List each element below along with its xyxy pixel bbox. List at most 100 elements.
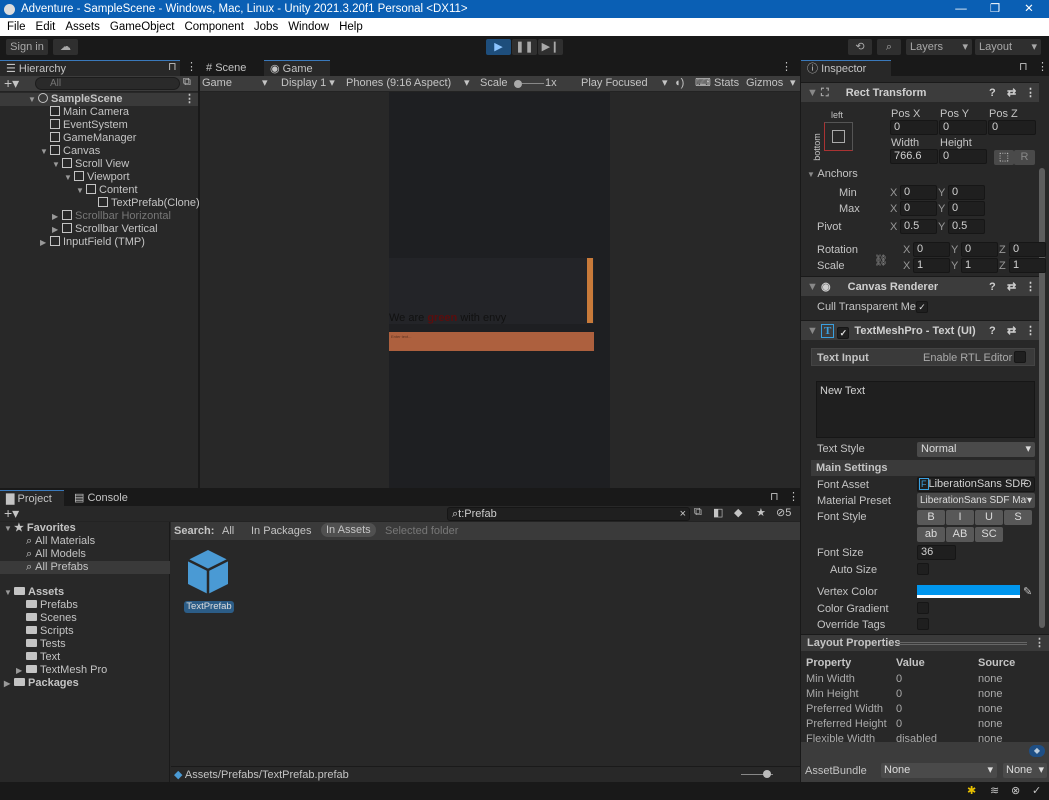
- assetbundle-variant-dropdown[interactable]: None ▾: [1003, 763, 1047, 778]
- menu-file[interactable]: File: [2, 21, 31, 33]
- foldout-arrow-icon[interactable]: ▼: [4, 586, 14, 599]
- font-size-field[interactable]: 36: [917, 545, 956, 560]
- override-tags-checkbox[interactable]: [917, 618, 929, 630]
- rotation-y-field[interactable]: 0: [961, 242, 998, 257]
- aspect-dropdown[interactable]: Phones (9:16 Aspect): [346, 76, 451, 90]
- canvas-renderer-header[interactable]: ▼ ◉ Canvas Renderer ? ⇄ ⋮: [801, 276, 1039, 296]
- layers-dropdown[interactable]: Layers ▾: [906, 39, 972, 55]
- foldout-arrow-icon[interactable]: ▶: [40, 236, 50, 249]
- assetbundle-name-dropdown[interactable]: None ▾: [881, 763, 997, 778]
- cull-transparent-checkbox[interactable]: ✓: [916, 301, 928, 313]
- width-field[interactable]: 766.6: [890, 149, 938, 164]
- filter-type-icon[interactable]: ◧: [713, 506, 723, 519]
- display-mode-dropdown[interactable]: Game: [202, 76, 232, 90]
- foldout-arrow-icon[interactable]: ▶: [52, 210, 62, 223]
- hierarchy-item[interactable]: ▼ Canvas: [0, 145, 198, 158]
- foldout-arrow-icon[interactable]: ▶: [16, 664, 26, 677]
- gizmos-button[interactable]: Gizmos: [746, 76, 783, 90]
- stats-button[interactable]: Stats: [714, 76, 739, 90]
- scope-selected-folder[interactable]: Selected folder: [385, 524, 458, 538]
- more-icon[interactable]: ⋮: [1025, 321, 1036, 341]
- vertex-color-swatch[interactable]: [917, 585, 1020, 598]
- text-input-area[interactable]: New Text: [816, 381, 1035, 438]
- auto-size-checkbox[interactable]: [917, 563, 929, 575]
- scale-slider-track[interactable]: [522, 83, 544, 84]
- cache-server-icon[interactable]: ≋: [990, 784, 999, 797]
- pos-y-field[interactable]: 0: [939, 120, 987, 135]
- main-settings-header[interactable]: Main Settings: [811, 460, 1035, 476]
- play-focused-dropdown[interactable]: Play Focused: [581, 76, 648, 90]
- debug-mode-icon[interactable]: ✱: [967, 784, 976, 797]
- foldout-arrow-icon[interactable]: ▶: [4, 677, 14, 690]
- presets-icon[interactable]: ⇄: [1007, 321, 1016, 341]
- maximize-button[interactable]: ❐: [978, 0, 1012, 18]
- font-style-b-button[interactable]: B: [917, 510, 945, 525]
- rotation-z-field[interactable]: 0: [1009, 242, 1046, 257]
- menu-edit[interactable]: Edit: [31, 21, 61, 33]
- play-button[interactable]: ▶: [486, 39, 511, 55]
- scale-x-field[interactable]: 1: [913, 258, 950, 273]
- help-icon[interactable]: ?: [989, 277, 996, 297]
- scene-search-icon[interactable]: ⧉: [183, 76, 191, 89]
- cloud-icon[interactable]: ☁: [53, 39, 78, 55]
- favorite-item[interactable]: ⌕ All Models: [0, 548, 170, 561]
- pos-z-field[interactable]: 0: [988, 120, 1036, 135]
- favorite-item[interactable]: ⌕ All Prefabs: [0, 561, 170, 574]
- favorite-star-icon[interactable]: ★: [756, 506, 766, 519]
- step-button[interactable]: ▶❙: [538, 39, 563, 55]
- pos-x-field[interactable]: 0: [890, 120, 938, 135]
- foldout-arrow-icon[interactable]: ▼: [76, 184, 86, 197]
- scale-slider-thumb[interactable]: [514, 80, 522, 88]
- hierarchy-item[interactable]: ▶ Scrollbar Horizontal: [0, 210, 198, 223]
- font-style-s-button[interactable]: S: [1004, 510, 1032, 525]
- font-asset-field[interactable]: F LiberationSans SDF ⊙: [917, 477, 1035, 492]
- presets-icon[interactable]: ⇄: [1007, 83, 1016, 103]
- game-viewport[interactable]: We are green with envy Enter text...: [389, 92, 610, 488]
- tab-inspector[interactable]: ⓘ Inspector: [801, 60, 891, 76]
- rect-transform-header[interactable]: ▼ ⛶ Rect Transform ? ⇄ ⋮: [801, 82, 1039, 102]
- folder-item[interactable]: Scenes: [0, 612, 170, 625]
- rtl-checkbox[interactable]: [1014, 351, 1026, 363]
- assets-folder[interactable]: ▼ Assets: [0, 586, 170, 599]
- lock-icon[interactable]: ⊓: [1019, 60, 1028, 73]
- hierarchy-item[interactable]: ▶ InputField (TMP): [0, 236, 198, 249]
- close-button[interactable]: ✕: [1012, 0, 1046, 18]
- rotation-x-field[interactable]: 0: [913, 242, 950, 257]
- presets-icon[interactable]: ⇄: [1007, 277, 1016, 297]
- font-style-ab-button[interactable]: AB: [946, 527, 974, 542]
- favorites-item[interactable]: ▼ ★ Favorites: [0, 522, 170, 535]
- tmp-enabled-checkbox[interactable]: ✓: [837, 327, 850, 339]
- progress-done-icon[interactable]: ✓: [1032, 784, 1041, 797]
- menu-window[interactable]: Window: [283, 21, 334, 33]
- lock-icon[interactable]: ⊓: [770, 490, 779, 503]
- search-by-type-icon[interactable]: ⧉: [694, 506, 702, 519]
- pivot-x-field[interactable]: 0.5: [900, 219, 937, 234]
- hierarchy-search-input[interactable]: [35, 77, 180, 90]
- hidden-packages-toggle[interactable]: ⊘5: [776, 506, 791, 519]
- folder-item[interactable]: Prefabs: [0, 599, 170, 612]
- folder-item[interactable]: Text: [0, 651, 170, 664]
- folder-item[interactable]: Tests: [0, 638, 170, 651]
- menu-component[interactable]: Component: [179, 21, 248, 33]
- mute-audio-icon[interactable]: ◖): [674, 76, 684, 90]
- scope-all[interactable]: All: [222, 524, 234, 538]
- hierarchy-item[interactable]: GameManager: [0, 132, 198, 145]
- more-icon[interactable]: ⋮: [184, 93, 195, 106]
- help-icon[interactable]: ?: [989, 83, 996, 103]
- raw-edit-button[interactable]: R: [1014, 150, 1035, 165]
- display-dropdown[interactable]: Display 1 ▾: [281, 76, 335, 90]
- hierarchy-item[interactable]: Main Camera: [0, 106, 198, 119]
- hierarchy-item[interactable]: TextPrefab(Clone): [0, 197, 200, 210]
- lock-icon[interactable]: ⊓: [168, 60, 177, 73]
- tmp-header[interactable]: ▼ T ✓ TextMeshPro - Text (UI) ? ⇄ ⋮: [801, 320, 1039, 340]
- inspector-scrollbar[interactable]: [1039, 168, 1045, 628]
- min-y-field[interactable]: 0: [948, 185, 985, 200]
- asset-textprefab[interactable]: TextPrefab: [184, 548, 234, 614]
- more-icon[interactable]: ⋮: [186, 60, 197, 73]
- create-icon[interactable]: +▾: [4, 506, 19, 521]
- font-style-sc-button[interactable]: SC: [975, 527, 1003, 542]
- folder-item[interactable]: ▶ TextMesh Pro: [0, 664, 170, 677]
- foldout-arrow-icon[interactable]: ▼: [64, 171, 74, 184]
- eyedropper-icon[interactable]: ✎: [1023, 585, 1032, 599]
- hierarchy-item[interactable]: ▼ Content: [0, 184, 198, 197]
